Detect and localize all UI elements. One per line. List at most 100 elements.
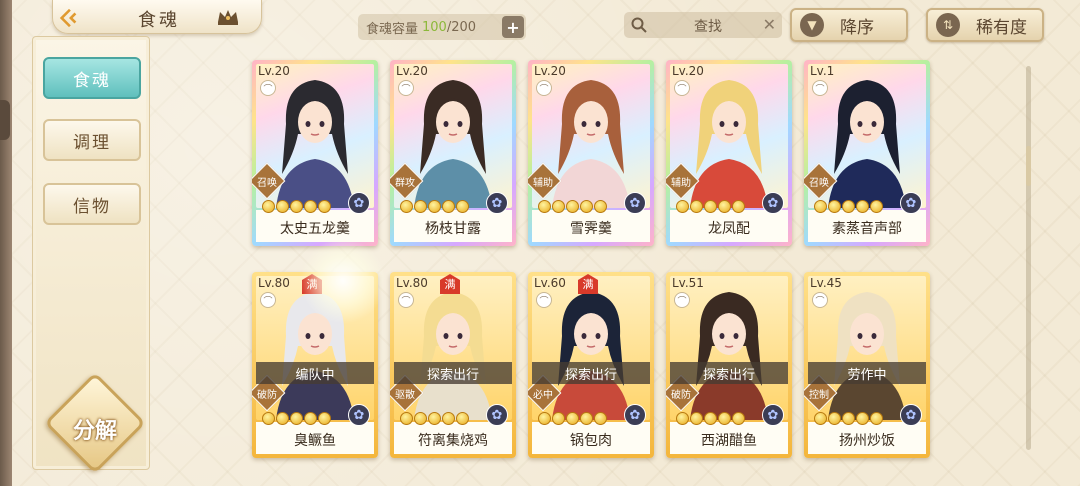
star-icon — [828, 200, 841, 213]
left-edge-handle[interactable] — [0, 100, 10, 140]
sort-by-button[interactable]: ⇅ 稀有度 — [926, 8, 1044, 42]
role-label: 必中 — [533, 390, 553, 401]
card-name: 扬州炒饭 — [808, 422, 926, 454]
expression-icon: ⌒ — [260, 292, 276, 308]
star-icon — [400, 200, 413, 213]
star-icon — [856, 412, 869, 425]
food-soul-card[interactable]: Lv.80 ⌒ 满编队中 破防 ✿ 臭鳜鱼 — [252, 272, 378, 458]
star-icon — [304, 200, 317, 213]
sort-order-button[interactable]: ▼ 降序 — [790, 8, 908, 42]
search-clear-icon[interactable]: ✕ — [763, 15, 776, 34]
star-icon — [552, 200, 565, 213]
crown-icon[interactable] — [216, 8, 240, 26]
star-icon — [580, 200, 593, 213]
role-label: 辅助 — [671, 178, 691, 189]
star-icon — [442, 412, 455, 425]
star-icon — [870, 412, 883, 425]
star-rating — [400, 200, 469, 213]
star-icon — [276, 200, 289, 213]
role-label: 群攻 — [395, 178, 415, 189]
star-icon — [732, 412, 745, 425]
card-level: Lv.45 — [810, 276, 842, 290]
expression-icon: ⌒ — [812, 292, 828, 308]
card-status-banner: 劳作中 — [808, 362, 926, 384]
expression-icon: ⌒ — [674, 80, 690, 96]
card-level: Lv.20 — [672, 64, 704, 78]
star-icon — [842, 200, 855, 213]
capacity-current: 100 — [422, 19, 447, 35]
star-rating — [676, 200, 745, 213]
side-panel: 食魂 调理 信物 分解 — [32, 36, 150, 474]
search-box[interactable]: 查找 ✕ — [624, 12, 782, 38]
flower-element-icon: ✿ — [486, 404, 508, 426]
expression-icon: ⌒ — [536, 80, 552, 96]
expression-icon: ⌒ — [674, 292, 690, 308]
star-icon — [552, 412, 565, 425]
food-soul-card[interactable]: Lv.20 ⌒ 辅助 ✿ 雪霁羹 — [528, 60, 654, 246]
food-soul-card[interactable]: Lv.80 ⌒ 满探索出行 驱散 ✿ 符离集烧鸡 — [390, 272, 516, 458]
star-icon — [262, 200, 275, 213]
star-icon — [676, 412, 689, 425]
card-name: 素蒸音声部 — [808, 210, 926, 242]
card-level: Lv.20 — [534, 64, 566, 78]
tab-token[interactable]: 信物 — [43, 183, 141, 225]
star-icon — [428, 412, 441, 425]
scrollbar-thumb[interactable] — [1026, 146, 1031, 186]
expression-icon: ⌒ — [812, 80, 828, 96]
star-icon — [414, 200, 427, 213]
star-icon — [828, 412, 841, 425]
back-arrow-icon — [59, 8, 77, 28]
star-rating — [676, 412, 745, 425]
food-soul-card[interactable]: Lv.60 ⌒ 满探索出行 必中 ✿ 锅包肉 — [528, 272, 654, 458]
tab-food-soul[interactable]: 食魂 — [43, 57, 141, 99]
food-soul-card[interactable]: Lv.20 ⌒ 群攻 ✿ 杨枝甘露 — [390, 60, 516, 246]
star-icon — [456, 412, 469, 425]
food-soul-card[interactable]: Lv.20 ⌒ 召唤 ✿ 太史五龙羹 — [252, 60, 378, 246]
flower-element-icon: ✿ — [624, 192, 646, 214]
card-name: 符离集烧鸡 — [394, 422, 512, 454]
role-label: 召唤 — [257, 178, 277, 189]
card-status-banner: 探索出行 — [670, 362, 788, 384]
role-label: 破防 — [671, 390, 691, 401]
card-name: 雪霁羹 — [532, 210, 650, 242]
sort-order-label: 降序 — [840, 17, 874, 38]
expression-icon: ⌒ — [398, 292, 414, 308]
star-icon — [690, 412, 703, 425]
food-soul-card[interactable]: Lv.51 ⌒ 探索出行 破防 ✿ 西湖醋鱼 — [666, 272, 792, 458]
flower-element-icon: ✿ — [486, 192, 508, 214]
search-placeholder: 查找 — [694, 19, 722, 35]
card-name: 锅包肉 — [532, 422, 650, 454]
role-label: 召唤 — [809, 178, 829, 189]
star-icon — [814, 412, 827, 425]
card-name: 太史五龙羹 — [256, 210, 374, 242]
role-label: 辅助 — [533, 178, 553, 189]
tab-cooking[interactable]: 调理 — [43, 119, 141, 161]
expression-icon: ⌒ — [398, 80, 414, 96]
star-icon — [276, 412, 289, 425]
star-rating — [538, 412, 607, 425]
card-level: Lv.60 — [534, 276, 566, 290]
card-name: 臭鳜鱼 — [256, 422, 374, 454]
star-rating — [538, 200, 607, 213]
card-level: Lv.80 — [258, 276, 290, 290]
star-icon — [718, 200, 731, 213]
card-status-banner: 编队中 — [256, 362, 374, 384]
role-label: 破防 — [257, 390, 277, 401]
card-level: Lv.80 — [396, 276, 428, 290]
star-icon — [414, 412, 427, 425]
capacity-plus-button[interactable]: + — [502, 16, 524, 38]
capacity-max: /200 — [446, 19, 477, 35]
food-soul-card[interactable]: Lv.45 ⌒ 劳作中 控制 ✿ 扬州炒饭 — [804, 272, 930, 458]
flower-element-icon: ✿ — [900, 404, 922, 426]
star-icon — [842, 412, 855, 425]
back-button[interactable] — [54, 4, 84, 32]
food-soul-card[interactable]: Lv.20 ⌒ 辅助 ✿ 龙凤配 — [666, 60, 792, 246]
flower-element-icon: ✿ — [348, 404, 370, 426]
scrollbar[interactable] — [1026, 66, 1031, 450]
flower-element-icon: ✿ — [900, 192, 922, 214]
food-soul-card[interactable]: Lv.1 ⌒ 召唤 ✿ 素蒸音声部 — [804, 60, 930, 246]
star-icon — [456, 200, 469, 213]
sort-toggle-icon: ⇅ — [936, 13, 960, 37]
star-rating — [814, 200, 883, 213]
flower-element-icon: ✿ — [762, 404, 784, 426]
